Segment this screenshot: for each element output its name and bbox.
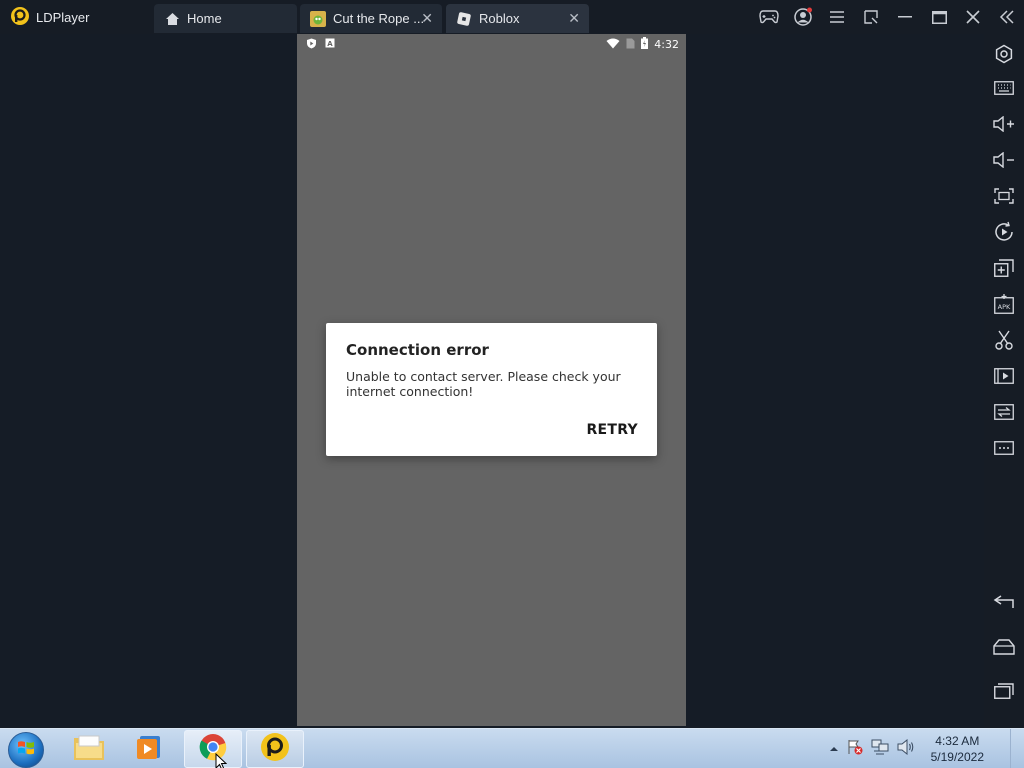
sync-icon[interactable]	[984, 397, 1024, 427]
battery-icon	[641, 37, 649, 52]
volume-up-icon[interactable]	[984, 109, 1024, 139]
volume-down-icon[interactable]	[984, 145, 1024, 175]
retry-button[interactable]: RETRY	[586, 422, 638, 438]
tab-label: Cut the Rope ...	[333, 11, 425, 26]
status-right-icons: 4:32	[606, 37, 679, 52]
ldplayer-window: LDPlayer Home Cut the Rope ... ✕ Roblox …	[0, 0, 1024, 768]
start-button[interactable]	[8, 732, 44, 768]
close-icon[interactable]	[956, 0, 990, 34]
window-controls	[752, 0, 1024, 34]
home-icon	[164, 11, 180, 27]
menu-icon[interactable]	[820, 0, 854, 34]
minimize-icon[interactable]	[888, 0, 922, 34]
scissors-icon[interactable]	[984, 325, 1024, 355]
taskbar-file-explorer[interactable]	[60, 730, 118, 768]
android-screen[interactable]: A 4:32 Connection error Unable to contac…	[297, 34, 686, 726]
more-icon[interactable]	[984, 433, 1024, 463]
gamepad-icon[interactable]	[752, 0, 786, 34]
dialog-title: Connection error	[346, 341, 489, 359]
folder-icon	[73, 733, 105, 766]
windows-logo-icon	[17, 739, 35, 762]
tab-roblox[interactable]: Roblox ✕	[446, 4, 589, 33]
taskbar-media-player[interactable]	[120, 730, 178, 768]
show-hidden-icons-icon[interactable]	[829, 740, 839, 758]
media-player-icon	[135, 733, 163, 766]
network-icon[interactable]	[871, 739, 889, 760]
no-sim-icon	[626, 38, 635, 52]
taskbar-chrome[interactable]	[184, 730, 242, 768]
recent-apps-icon[interactable]	[984, 676, 1024, 706]
tab-label: Roblox	[479, 11, 520, 26]
app-brand: LDPlayer	[10, 0, 89, 34]
clock-date: 5/19/2022	[930, 750, 984, 764]
video-record-icon[interactable]	[984, 361, 1024, 391]
wifi-icon	[606, 38, 620, 52]
roblox-app-icon	[456, 11, 472, 27]
collapse-sidebar-icon[interactable]	[990, 0, 1024, 34]
status-left-icons: A	[306, 38, 335, 52]
svg-text:APK: APK	[998, 303, 1011, 311]
connection-error-dialog: Connection error Unable to contact serve…	[326, 323, 657, 456]
mouse-cursor-icon	[215, 752, 228, 768]
system-tray: 4:32 AM 5/19/2022	[829, 729, 984, 768]
maximize-icon[interactable]	[922, 0, 956, 34]
right-toolbar: APK	[984, 34, 1024, 728]
taskbar-clock[interactable]: 4:32 AM 5/19/2022	[931, 733, 984, 765]
speaker-icon[interactable]	[897, 738, 915, 760]
svg-text:A: A	[327, 40, 333, 48]
resize-corner-icon[interactable]	[854, 0, 888, 34]
multi-instance-icon[interactable]	[984, 253, 1024, 283]
android-status-bar: A 4:32	[297, 34, 686, 54]
cut-the-rope-app-icon	[310, 10, 326, 27]
home-nav-icon[interactable]	[984, 632, 1024, 662]
fullscreen-icon[interactable]	[984, 181, 1024, 211]
tab-label: Home	[187, 11, 222, 26]
ldplayer-taskbar-icon	[260, 732, 290, 767]
settings-gear-icon[interactable]	[984, 39, 1024, 69]
tab-cut-the-rope[interactable]: Cut the Rope ... ✕	[300, 4, 442, 33]
close-tab-icon[interactable]: ✕	[421, 10, 433, 27]
operation-record-icon[interactable]	[984, 217, 1024, 247]
status-time: 4:32	[654, 38, 679, 51]
ldplayer-logo-icon	[10, 6, 30, 29]
keyboard-a-icon: A	[325, 38, 335, 52]
taskbar-ldplayer[interactable]	[246, 730, 304, 768]
account-icon[interactable]	[786, 0, 820, 34]
play-protect-icon	[306, 38, 317, 52]
back-icon[interactable]	[984, 587, 1024, 617]
dialog-message: Unable to contact server. Please check y…	[346, 369, 621, 399]
show-desktop-button[interactable]	[1010, 729, 1024, 768]
app-title: LDPlayer	[36, 9, 90, 25]
tab-home[interactable]: Home	[154, 4, 297, 33]
clock-time: 4:32 AM	[935, 734, 980, 748]
windows-taskbar: 4:32 AM 5/19/2022	[0, 728, 1024, 768]
title-bar: LDPlayer Home Cut the Rope ... ✕ Roblox …	[0, 0, 1024, 34]
install-apk-icon[interactable]: APK	[984, 289, 1024, 319]
close-tab-icon[interactable]: ✕	[568, 10, 580, 27]
keyboard-icon[interactable]	[984, 73, 1024, 103]
action-center-flag-icon[interactable]	[847, 739, 863, 760]
